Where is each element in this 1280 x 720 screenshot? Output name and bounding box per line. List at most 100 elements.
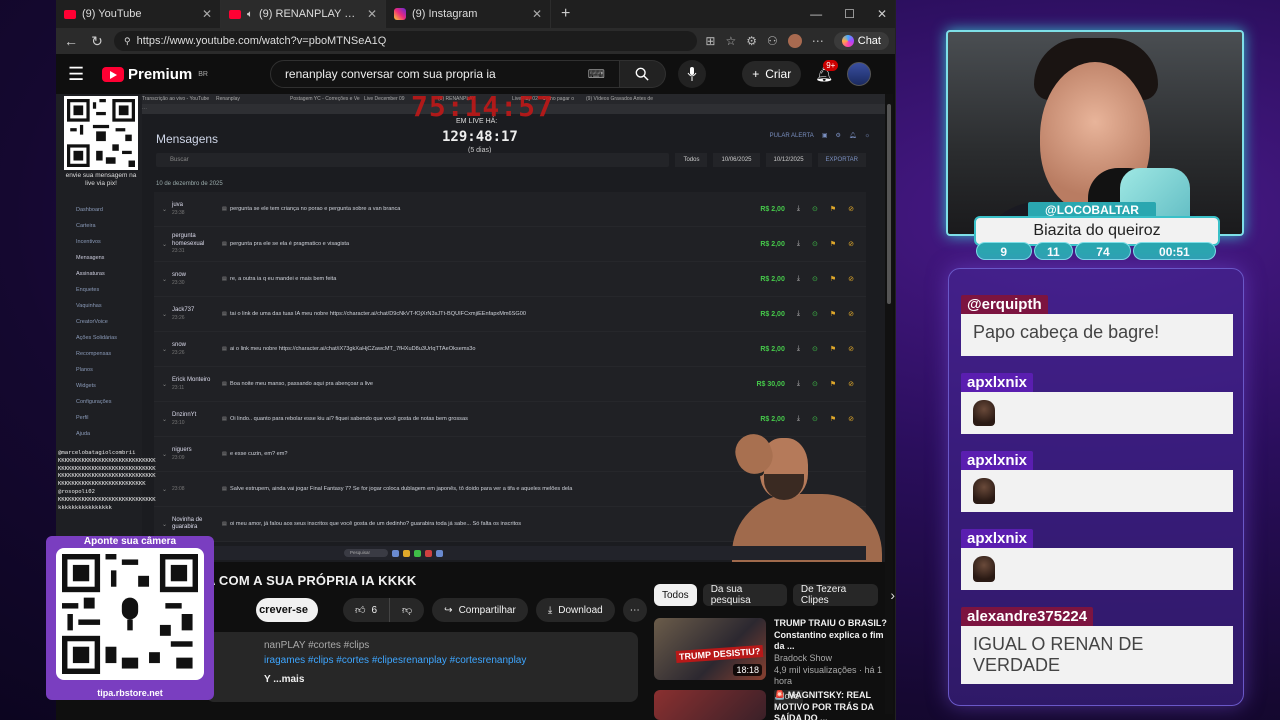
- maximize-button[interactable]: ☐: [844, 7, 855, 21]
- block-icon[interactable]: ⊘: [848, 275, 854, 283]
- youtube-logo[interactable]: Premium BR: [102, 66, 208, 83]
- download-icon[interactable]: ⤓: [797, 310, 800, 318]
- close-tab-icon[interactable]: ✕: [202, 7, 212, 21]
- table-row[interactable]: ⌄ pergunta homesexual 23:31 ▤ pergunta pra e…: [154, 227, 866, 262]
- table-row[interactable]: ⌄ juva 23:38 ▤ pergunta se ele tem criança n…: [154, 192, 866, 227]
- close-tab-icon[interactable]: ✕: [367, 7, 377, 21]
- flag-icon[interactable]: ⚑: [830, 205, 836, 213]
- chat-message: apxlxnix: [961, 373, 1233, 434]
- tab-renanplay[interactable]: 🔈︎ (9) RENANPLAY CONVERSA C ✕: [221, 0, 386, 28]
- chevron-right-icon[interactable]: ›: [890, 587, 895, 603]
- table-row[interactable]: ⌄ Erick Monteiro 23:11 ▤ Boa noite meu manso…: [154, 367, 866, 402]
- play-icon[interactable]: ⊙: [812, 205, 818, 213]
- play-icon[interactable]: ⊙: [812, 380, 818, 388]
- chevron-down-icon[interactable]: ⌄: [162, 206, 172, 213]
- emote-icon: [973, 400, 995, 426]
- message-icon: ▤: [222, 381, 227, 387]
- download-icon[interactable]: ⤓: [797, 240, 800, 248]
- chevron-down-icon[interactable]: ⌄: [162, 381, 172, 388]
- user-avatar[interactable]: [787, 34, 802, 48]
- dislike-button[interactable]: 👎︎: [390, 598, 425, 622]
- video-thumbnail[interactable]: TRUMP DESISTIU? 18:18: [654, 618, 766, 680]
- small-qr-code: [64, 96, 138, 170]
- profile-icon[interactable]: ⚇: [767, 34, 778, 48]
- play-icon[interactable]: ⊙: [812, 275, 818, 283]
- block-icon[interactable]: ⊘: [848, 240, 854, 248]
- video-player[interactable]: Transcrição ao vivo - YouTube Renanplay …: [56, 94, 886, 562]
- chip-from-search[interactable]: Da sua pesquisa: [702, 584, 787, 606]
- download-icon[interactable]: ⤓: [797, 380, 800, 388]
- download-icon[interactable]: ⤓: [797, 275, 800, 283]
- back-button[interactable]: ←: [62, 33, 80, 49]
- notifications-button[interactable]: 🔔︎ 9+: [815, 59, 839, 83]
- block-icon[interactable]: ⊘: [848, 205, 854, 213]
- site-info-icon[interactable]: ⚲: [124, 36, 131, 47]
- chip-channel[interactable]: De Tezera Clipes: [792, 584, 879, 606]
- flag-icon[interactable]: ⚑: [830, 345, 836, 353]
- tab-instagram[interactable]: (9) Instagram ✕: [386, 0, 551, 28]
- flag-icon[interactable]: ⚑: [830, 380, 836, 388]
- chevron-down-icon[interactable]: ⌄: [162, 346, 172, 353]
- table-row[interactable]: ⌄ Jack737 23:26 ▤ tai o link de uma das tuas…: [154, 297, 866, 332]
- search-input[interactable]: renanplay conversar com sua propria ia ⌨: [269, 60, 620, 88]
- flag-icon[interactable]: ⚑: [830, 275, 836, 283]
- more-icon[interactable]: ⋯: [812, 34, 824, 48]
- voice-search-button[interactable]: [677, 60, 706, 88]
- recommended-video[interactable]: 🚨 MAGNITSKY: REAL MOTIVO POR TRÁS DA SAÍ…: [654, 690, 895, 720]
- video-thumbnail[interactable]: [654, 690, 766, 720]
- flag-icon[interactable]: ⚑: [830, 310, 836, 318]
- block-icon[interactable]: ⊘: [848, 345, 854, 353]
- account-avatar[interactable]: [847, 62, 871, 86]
- download-icon[interactable]: ⤓: [797, 345, 800, 353]
- description-box[interactable]: nanPLAY #cortes #clips iragames #clips #…: [206, 632, 638, 702]
- subscribe-button[interactable]: crever-se: [256, 598, 318, 622]
- tab-youtube[interactable]: (9) YouTube ✕: [56, 0, 221, 28]
- table-row[interactable]: ⌄ snow 23:26 ▤ ai o link meu nobre https://c…: [154, 332, 866, 367]
- chat-message: apxlxnix: [961, 529, 1233, 590]
- chat-overlay-line: kkkkkkkkkkkkkkkk: [58, 504, 112, 511]
- copilot-icon: [841, 35, 854, 47]
- block-icon[interactable]: ⊘: [848, 380, 854, 388]
- chevron-down-icon[interactable]: ⌄: [162, 521, 172, 528]
- block-icon[interactable]: ⊘: [848, 415, 854, 423]
- speaker-icon[interactable]: 🔈︎: [247, 9, 253, 20]
- favorite-star-icon[interactable]: ☆: [725, 34, 736, 48]
- chip-all[interactable]: Todos: [654, 584, 697, 606]
- download-button[interactable]: ⤓ Download: [535, 598, 615, 622]
- like-dislike-group: 👍︎ 6 👎︎: [343, 598, 425, 622]
- apps-icon[interactable]: ⊞: [705, 34, 715, 48]
- flag-icon[interactable]: ⚑: [830, 240, 836, 248]
- more-actions-button[interactable]: ⋯: [622, 598, 647, 622]
- new-tab-button[interactable]: +: [551, 5, 580, 23]
- chevron-down-icon[interactable]: ⌄: [162, 416, 172, 423]
- search-button[interactable]: [619, 60, 666, 88]
- like-button[interactable]: 👍︎ 6: [343, 598, 391, 622]
- close-window-button[interactable]: ✕: [877, 7, 887, 21]
- play-icon[interactable]: ⊙: [812, 310, 818, 318]
- play-icon[interactable]: ⊙: [812, 415, 818, 423]
- chevron-down-icon[interactable]: ⌄: [162, 311, 172, 318]
- download-icon[interactable]: ⤓: [797, 205, 800, 213]
- keyboard-icon[interactable]: ⌨: [588, 67, 605, 81]
- chevron-down-icon[interactable]: ⌄: [162, 276, 172, 283]
- copilot-chat-button[interactable]: Chat: [833, 32, 889, 50]
- qr-code-icon: [67, 99, 135, 167]
- play-icon[interactable]: ⊙: [812, 240, 818, 248]
- block-icon[interactable]: ⊘: [848, 310, 854, 318]
- chevron-down-icon[interactable]: ⌄: [162, 241, 172, 248]
- share-button[interactable]: ↪ Compartilhar: [432, 598, 528, 622]
- message-icon: ▤: [222, 276, 227, 282]
- extensions-icon[interactable]: ⚙: [746, 34, 757, 48]
- large-qr-code: [56, 548, 204, 680]
- url-field[interactable]: ⚲ https://www.youtube.com/watch?v=pboMTN…: [114, 31, 698, 51]
- minimize-button[interactable]: —: [810, 7, 822, 21]
- close-tab-icon[interactable]: ✕: [532, 7, 542, 21]
- flag-icon[interactable]: ⚑: [830, 415, 836, 423]
- play-icon[interactable]: ⊙: [812, 345, 818, 353]
- download-icon[interactable]: ⤓: [797, 415, 800, 423]
- reload-button[interactable]: ↻: [88, 33, 106, 50]
- table-row[interactable]: ⌄ snow 23:30 ▤ re, a outra ia q eu mandei e …: [154, 262, 866, 297]
- message-icon: ▤: [222, 451, 227, 457]
- menu-icon[interactable]: ☰: [68, 64, 88, 85]
- create-button[interactable]: + Criar: [742, 61, 802, 87]
